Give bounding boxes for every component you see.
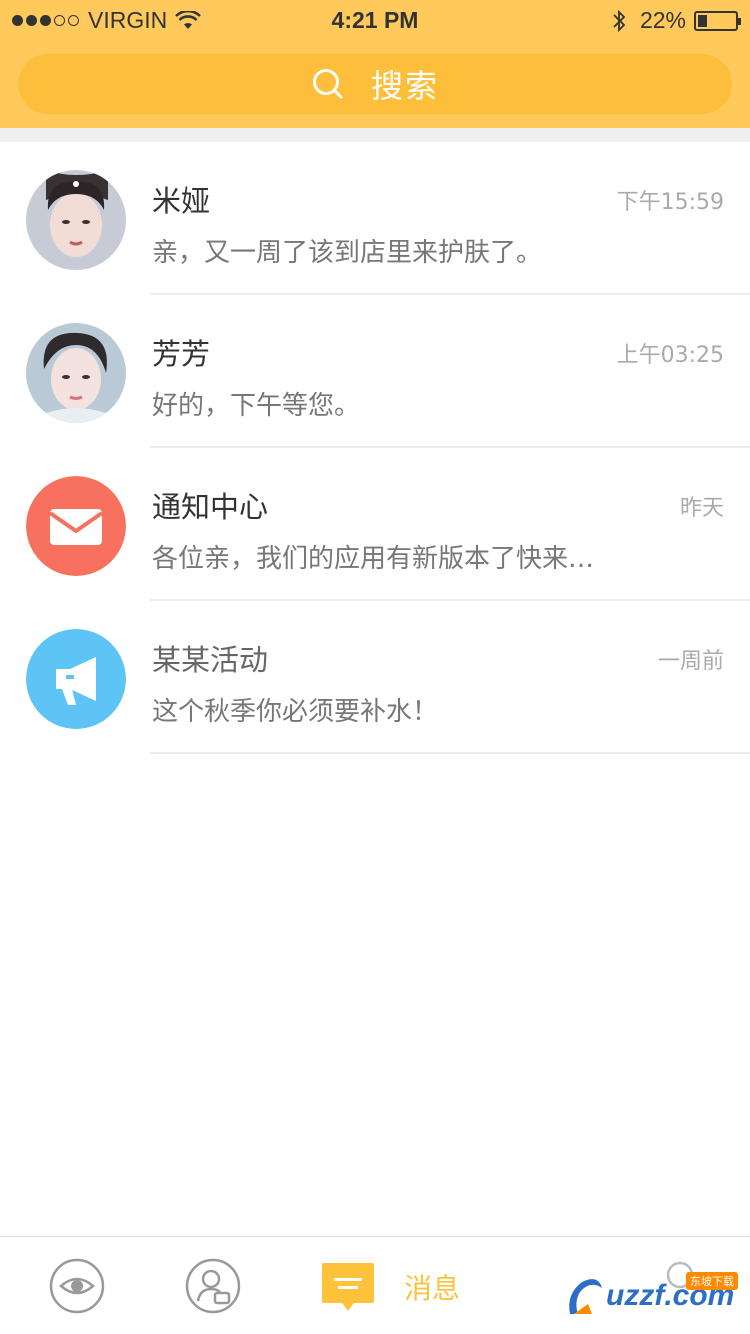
search-bar[interactable]: 搜索: [18, 54, 732, 114]
watermark-logo: uzzf.com 东坡下载: [564, 1272, 742, 1320]
conversation-list: 米娅 下午15:59 亲，又一周了该到店里来护肤了。 芳芳 上午03:25 好的…: [0, 142, 750, 754]
contact-name: 芳芳: [152, 337, 211, 371]
contact-name: 通知中心: [152, 490, 269, 524]
message-time: 一周前: [657, 649, 724, 674]
message-preview: 这个秋季你必须要补水！: [152, 697, 439, 727]
conversation-item[interactable]: 米娅 下午15:59 亲，又一周了该到店里来护肤了。: [0, 142, 750, 295]
section-divider: [0, 128, 750, 142]
conversation-item[interactable]: 通知中心 昨天 各位亲，我们的应用有新版本了快来…: [0, 448, 750, 601]
screen: VIRGIN 4:21 PM 22% 搜索 米娅 下午15:59 亲，又一周了该…: [0, 0, 750, 1334]
status-bar: VIRGIN 4:21 PM 22%: [0, 0, 750, 40]
search-label: 搜索: [370, 67, 439, 105]
message-preview: 各位亲，我们的应用有新版本了快来…: [152, 544, 595, 574]
tab-bar: 消息 uzzf.com 东坡下载: [0, 1236, 750, 1334]
tab-discover[interactable]: [48, 1257, 106, 1317]
avatar: [26, 323, 126, 423]
tab-messages[interactable]: 消息: [320, 1257, 480, 1317]
message-preview: 好的，下午等您。: [152, 391, 361, 421]
message-time: 上午03:25: [616, 343, 724, 368]
conversation-item[interactable]: 芳芳 上午03:25 好的，下午等您。: [0, 295, 750, 448]
message-preview: 亲，又一周了该到店里来护肤了。: [152, 238, 543, 268]
avatar: [26, 476, 126, 576]
row-divider: [150, 752, 750, 754]
conversation-item[interactable]: 某某活动 一周前 这个秋季你必须要补水！: [0, 601, 750, 754]
bluetooth-icon: [613, 9, 626, 32]
battery-icon: [694, 10, 741, 31]
logo-icon: [569, 1279, 602, 1314]
status-right: 22%: [612, 7, 741, 34]
watermark-badge: 东坡下载: [686, 1272, 738, 1290]
avatar: [26, 629, 126, 729]
message-icon: [322, 1263, 374, 1311]
contact-name: 某某活动: [152, 643, 269, 677]
tab-messages-label: 消息: [404, 1272, 461, 1305]
megaphone-icon: [26, 629, 126, 729]
search-icon: [312, 69, 343, 99]
contact-name: 米娅: [152, 184, 211, 218]
eye-icon: [49, 1258, 105, 1314]
message-time: 下午15:59: [616, 190, 724, 215]
tab-contacts[interactable]: [184, 1257, 242, 1317]
battery-percentage: 22%: [639, 7, 686, 33]
mail-icon: [26, 476, 126, 576]
contact-icon: [185, 1258, 241, 1314]
avatar: [26, 170, 126, 270]
message-time: 昨天: [679, 496, 724, 521]
header: VIRGIN 4:21 PM 22% 搜索: [0, 0, 750, 128]
